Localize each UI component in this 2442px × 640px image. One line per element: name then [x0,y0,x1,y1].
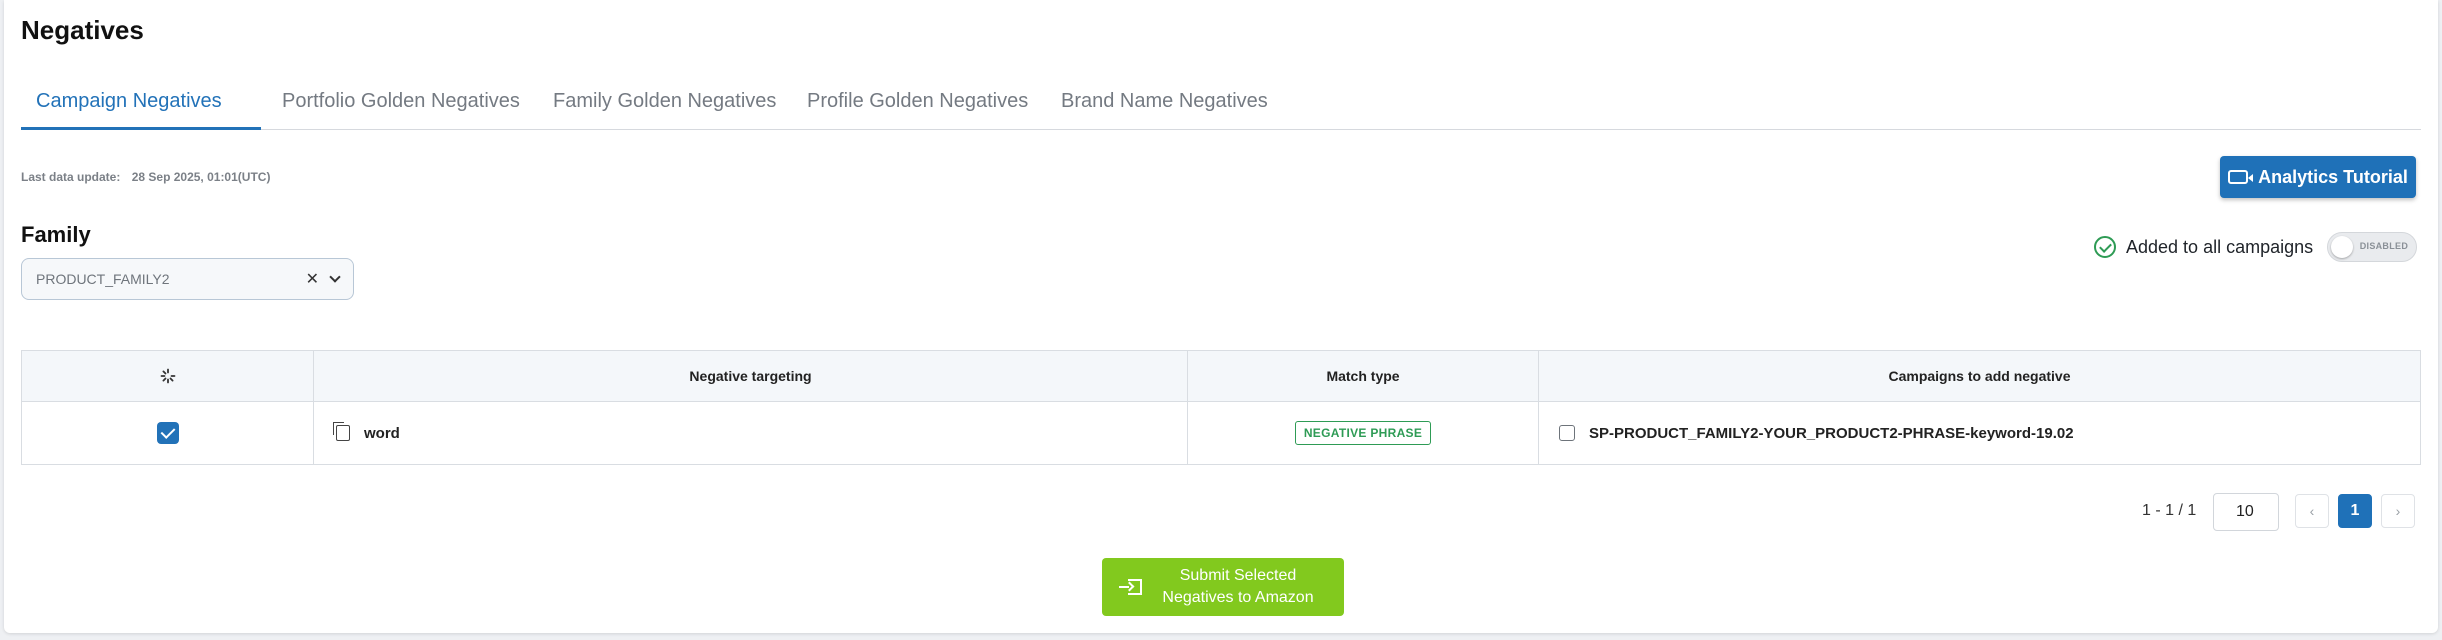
submit-negatives-button[interactable]: Submit Selected Negatives to Amazon [1102,558,1344,616]
table-row: word NEGATIVE PHRASE SP-PRODUCT_FAMILY2-… [22,402,2420,464]
row-select-cell [22,402,314,464]
copy-icon[interactable] [333,422,350,441]
negatives-card: Negatives Campaign Negatives Portfolio G… [4,0,2438,633]
added-to-all-label: Added to all campaigns [2126,236,2314,257]
prev-page-button[interactable]: ‹ [2295,494,2329,528]
page-1-button[interactable]: 1 [2338,494,2372,528]
match-type-badge: NEGATIVE PHRASE [1294,421,1432,445]
last-update-value: 28 Sep 2025, 01:01(UTC) [131,170,271,184]
added-to-all-toggle[interactable]: DISABLED [2327,232,2418,262]
table-header: Negative targeting Match type Campaigns … [22,351,2420,402]
page-size-select[interactable]: 10 [2213,493,2279,531]
loader-icon [160,368,175,384]
submit-label: Submit Selected Negatives to Amazon [1162,567,1314,606]
last-update-label: Last data update: [21,170,121,184]
page-title: Negatives [21,15,144,45]
tab-profile-golden-negatives[interactable]: Profile Golden Negatives [807,90,1028,113]
column-header-campaigns: Campaigns to add negative [1888,368,2071,384]
campaign-cell: SP-PRODUCT_FAMILY2-YOUR_PRODUCT2-PHRASE-… [1539,402,2420,464]
campaign-name: SP-PRODUCT_FAMILY2-YOUR_PRODUCT2-PHRASE-… [1589,424,2074,442]
toggle-knob [2331,236,2354,258]
tab-family-golden-negatives[interactable]: Family Golden Negatives [553,90,776,113]
campaign-checkbox[interactable] [1559,425,1575,441]
tab-bar: Campaign Negatives Portfolio Golden Nega… [21,80,2421,130]
negatives-table: Negative targeting Match type Campaigns … [21,350,2421,465]
column-header-select[interactable] [22,351,314,401]
pagination-info: 1 - 1 / 1 [2142,502,2197,519]
login-icon [1119,579,1142,595]
column-header-negative-targeting: Negative targeting [314,351,1188,401]
family-select[interactable]: PRODUCT_FAMILY2 ✕ [21,258,354,300]
chevron-down-icon[interactable] [329,271,341,283]
check-circle-icon [2094,236,2116,258]
family-label: Family [21,222,91,247]
active-tab-indicator [21,127,261,130]
negative-targeting-cell: word [314,402,1188,464]
match-type-cell: NEGATIVE PHRASE [1188,402,1539,464]
analytics-tutorial-button[interactable]: Analytics Tutorial [2220,156,2416,198]
last-data-update: Last data update: 28 Sep 2025, 01:01(UTC… [21,170,270,184]
row-select-checkbox[interactable] [156,422,179,444]
tab-campaign-negatives[interactable]: Campaign Negatives [36,90,222,113]
next-page-button[interactable]: › [2381,494,2415,528]
toggle-state-label: DISABLED [2359,241,2409,251]
clear-icon[interactable]: ✕ [306,269,319,289]
negative-targeting-value: word [364,424,400,442]
family-select-value: PRODUCT_FAMILY2 [36,271,170,287]
video-icon [2228,170,2254,184]
analytics-tutorial-label: Analytics Tutorial [2258,166,2408,187]
added-to-all-campaigns: Added to all campaigns DISABLED [2094,232,2418,262]
tab-brand-name-negatives[interactable]: Brand Name Negatives [1061,90,1268,113]
column-header-match-type: Match type [1188,351,1539,401]
tab-portfolio-golden-negatives[interactable]: Portfolio Golden Negatives [282,90,520,113]
